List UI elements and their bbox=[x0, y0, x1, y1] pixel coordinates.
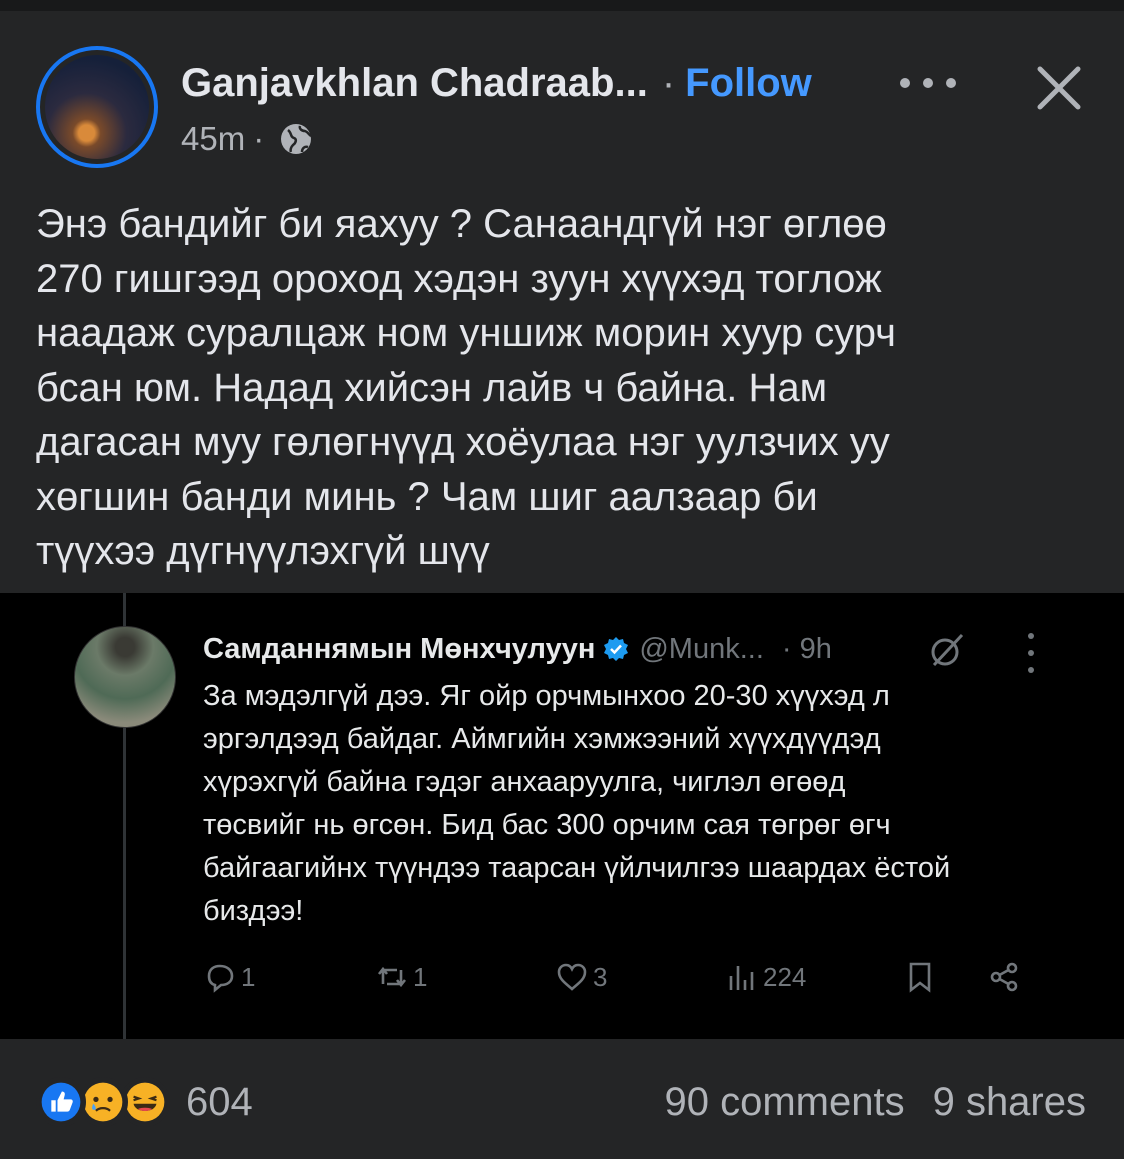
bookmark-icon bbox=[909, 962, 931, 993]
embedded-post-image[interactable]: Самданнямын Мөнхчулуун @Munk... · 9h За … bbox=[0, 593, 1124, 1039]
post-time[interactable]: 45m bbox=[181, 120, 245, 158]
close-icon[interactable] bbox=[1032, 61, 1086, 115]
reply-action: 1 bbox=[203, 953, 255, 1001]
post-card: Ganjavkhlan Chadraab... · Follow 45m · Э… bbox=[0, 11, 1124, 1159]
embedded-avatar bbox=[74, 626, 176, 728]
post-header: Ganjavkhlan Chadraab... · Follow bbox=[181, 55, 812, 111]
author-avatar[interactable] bbox=[36, 46, 158, 168]
reactions-summary[interactable]: 604 bbox=[36, 1076, 253, 1128]
reply-icon bbox=[207, 964, 234, 993]
bookmark-action bbox=[903, 953, 941, 1001]
share-action bbox=[987, 953, 1025, 1001]
repost-count: 1 bbox=[413, 961, 428, 992]
reply-count: 1 bbox=[241, 961, 256, 992]
embedded-author-name: Самданнямын Мөнхчулуун bbox=[203, 632, 596, 665]
embedded-header: Самданнямын Мөнхчулуун @Munk... · 9h bbox=[203, 629, 832, 669]
like-action: 3 bbox=[555, 953, 607, 1001]
header-separator: · bbox=[661, 60, 676, 105]
embedded-text: За мэдэлгүй дээ. Яг ойр орчмынхоо 20-30 … bbox=[203, 680, 951, 927]
views-count: 224 bbox=[763, 961, 807, 992]
reaction-count: 604 bbox=[186, 1079, 253, 1124]
embedded-actions: 1 1 3 224 bbox=[203, 953, 1043, 1001]
post-text: Энэ бандийг би яахуу ? Санаандгүй нэг өг… bbox=[36, 202, 896, 573]
views-icon bbox=[729, 966, 754, 990]
repost-icon bbox=[377, 966, 407, 988]
comments-count[interactable]: 90 comments bbox=[664, 1080, 904, 1125]
share-icon bbox=[990, 962, 1018, 992]
more-options-icon[interactable] bbox=[900, 63, 956, 103]
embedded-time: · 9h bbox=[781, 632, 832, 665]
like-icon bbox=[36, 1077, 86, 1127]
embedded-more-icon bbox=[1024, 633, 1038, 673]
follow-button[interactable]: Follow bbox=[685, 61, 812, 106]
meta-separator: · bbox=[253, 120, 265, 157]
heart-icon bbox=[557, 963, 587, 991]
avatar-image bbox=[45, 55, 149, 159]
verified-badge-icon bbox=[604, 637, 629, 661]
views-action: 224 bbox=[725, 953, 806, 1001]
globe-icon bbox=[281, 124, 312, 154]
shares-count[interactable]: 9 shares bbox=[933, 1080, 1086, 1125]
embedded-handle: @Munk... bbox=[639, 632, 764, 665]
repost-action: 1 bbox=[375, 953, 427, 1001]
post-stats: 90 comments 9 shares bbox=[664, 1076, 1086, 1128]
grok-icon bbox=[931, 633, 964, 667]
author-name[interactable]: Ganjavkhlan Chadraab... bbox=[181, 61, 648, 106]
top-strip bbox=[0, 0, 1124, 11]
like-count: 3 bbox=[593, 961, 608, 992]
post-meta: 45m · bbox=[181, 117, 314, 161]
